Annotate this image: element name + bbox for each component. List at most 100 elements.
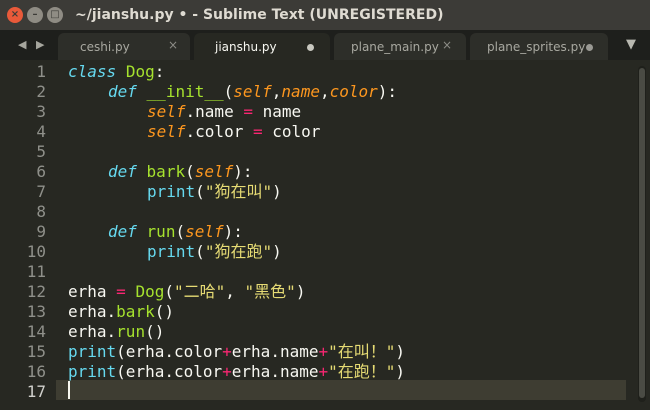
- punct-token: (): [154, 302, 174, 321]
- line-number: 13: [26, 302, 46, 321]
- line-number: 9: [36, 222, 46, 241]
- code-line-14: erha.run(): [68, 322, 164, 342]
- code-line-10: print("狗在跑"): [147, 242, 282, 262]
- punct-token: ,: [271, 82, 282, 101]
- param-token: name: [281, 82, 320, 101]
- tab-nav-arrows-icon[interactable]: ◀ ▶: [18, 38, 47, 51]
- param-token: self: [194, 162, 234, 181]
- tab-plane-sprites[interactable]: plane_sprites.py: [470, 33, 608, 60]
- line-number: 14: [26, 322, 46, 341]
- minimize-window-button[interactable]: –: [27, 7, 43, 23]
- code-line-6: def bark(self):: [108, 162, 253, 182]
- string-token: "狗在跑": [204, 242, 273, 261]
- code-line-15: print(erha.color+erha.name+"在叫！"): [68, 342, 405, 362]
- name-token: erha.: [68, 302, 117, 321]
- method-token: bark: [116, 302, 155, 321]
- punct-token: (: [195, 242, 205, 261]
- text-caret: [68, 381, 70, 399]
- tab-label: ceshi.py: [80, 40, 130, 54]
- method-token: run: [116, 322, 146, 341]
- tab-bar: ◀ ▶ ceshi.py × jianshu.py plane_main.py …: [0, 30, 650, 60]
- title-bar: × – □ ~/jianshu.py • - Sublime Text (UNR…: [0, 0, 650, 30]
- close-window-button[interactable]: ×: [7, 7, 23, 23]
- param-token: color: [329, 82, 378, 101]
- param-token: self: [185, 222, 224, 241]
- class-name-token: Dog: [125, 62, 155, 81]
- line-number: 8: [36, 202, 46, 221]
- self-token: self: [147, 102, 186, 121]
- builtin-token: print: [68, 342, 117, 361]
- minimize-icon: –: [32, 9, 38, 20]
- keyword-token: def: [108, 82, 137, 101]
- punct-token: ): [295, 282, 306, 301]
- tab-plane-main[interactable]: plane_main.py ×: [334, 33, 466, 60]
- code-line-7: print("狗在叫"): [147, 182, 282, 202]
- string-token: "狗在叫": [204, 182, 273, 201]
- line-number: 4: [36, 122, 46, 141]
- punct-token: ):: [377, 82, 398, 101]
- tab-close-icon[interactable]: ×: [442, 38, 452, 52]
- operator-token: =: [243, 102, 253, 121]
- punct-token: ): [272, 182, 282, 201]
- punct-token: (: [223, 82, 234, 101]
- tab-jianshu[interactable]: jianshu.py: [194, 33, 330, 60]
- vertical-scrollbar[interactable]: [638, 66, 646, 402]
- tab-menu-chevron-down-icon[interactable]: ▼: [626, 37, 636, 52]
- code-line-4: self.color = color: [147, 122, 320, 142]
- maximize-window-button[interactable]: □: [47, 7, 63, 23]
- keyword-token: def: [108, 222, 137, 241]
- class-call-token: Dog: [135, 282, 165, 301]
- line-number: 3: [36, 102, 46, 121]
- name-token: erha.: [68, 322, 117, 341]
- function-name-token: bark: [146, 162, 186, 181]
- line-number: 10: [26, 242, 46, 261]
- name-token: color: [262, 122, 321, 141]
- keyword-token: class: [68, 62, 117, 81]
- attr-token: .name: [185, 102, 244, 121]
- string-token: "在跑！": [328, 362, 396, 381]
- punct-token: (: [175, 222, 186, 241]
- line-number: 17: [26, 382, 46, 401]
- scrollbar-thumb[interactable]: [639, 68, 645, 398]
- line-number: 12: [26, 282, 46, 301]
- code-line-1: class Dog:: [68, 62, 164, 82]
- param-token: self: [233, 82, 272, 101]
- window-title: ~/jianshu.py • - Sublime Text (UNREGISTE…: [75, 7, 444, 23]
- name-token: erha.name: [231, 342, 319, 361]
- string-token: "在叫！": [328, 342, 396, 361]
- function-name-token: __init__: [146, 82, 224, 101]
- name-token: (erha.color: [116, 342, 223, 361]
- maximize-icon: □: [50, 9, 60, 20]
- operator-token: +: [222, 342, 232, 361]
- code-line-16: print(erha.color+erha.name+"在跑！"): [68, 362, 405, 382]
- punct-token: ,: [225, 282, 245, 301]
- unsaved-dot-icon: [586, 44, 593, 51]
- operator-token: +: [318, 342, 329, 361]
- attr-token: .color: [185, 122, 253, 141]
- name-token: name: [252, 102, 302, 121]
- punct-token: ,: [319, 82, 330, 101]
- line-number: 11: [26, 262, 46, 281]
- code-line-2: def __init__(self,name,color):: [108, 82, 397, 102]
- line-number: 5: [36, 142, 46, 161]
- name-token: erha.name: [231, 362, 319, 381]
- line-number: 16: [26, 362, 46, 381]
- punct-token: :: [154, 62, 165, 81]
- code-editor[interactable]: 1 2 3 4 5 6 7 8 9 10 11 12 13 14 15 16 1…: [0, 60, 650, 410]
- string-token: "二哈": [174, 282, 226, 301]
- operator-token: =: [116, 282, 126, 301]
- line-number: 1: [36, 62, 46, 81]
- line-number: 6: [36, 162, 46, 181]
- line-number: 7: [36, 182, 46, 201]
- line-number: 15: [26, 342, 46, 361]
- line-number: 2: [36, 82, 46, 101]
- current-line-highlight: [56, 380, 626, 400]
- punct-token: ):: [223, 222, 243, 241]
- tab-label: jianshu.py: [215, 40, 277, 54]
- tab-ceshi[interactable]: ceshi.py ×: [58, 33, 190, 60]
- tab-close-icon[interactable]: ×: [168, 38, 178, 52]
